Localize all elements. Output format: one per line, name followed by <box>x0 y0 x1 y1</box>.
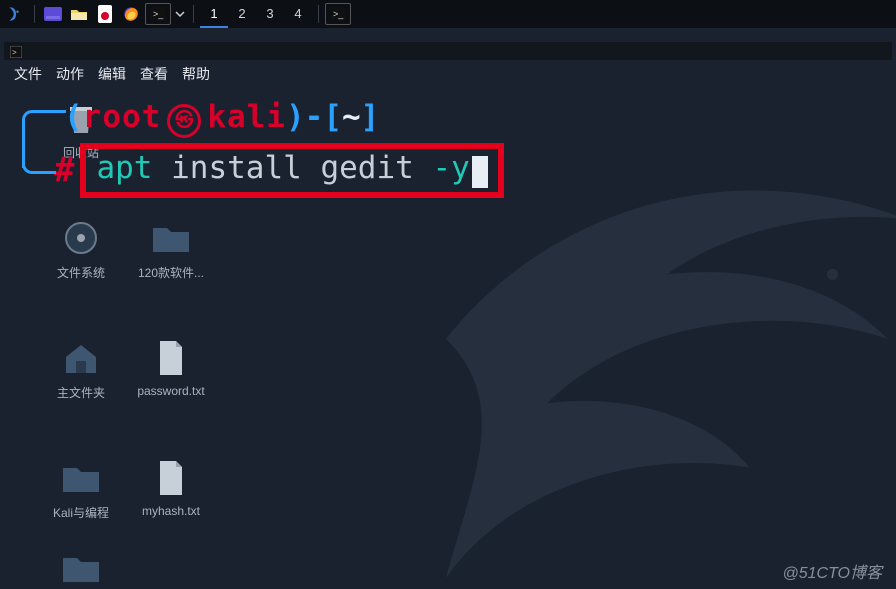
terminal-body[interactable]: ( root ㉿ kali ) - [ ~ ] # apt install ge… <box>4 88 892 208</box>
terminal-menu-bar: 文件动作编辑查看帮助 <box>4 60 892 88</box>
workspace-3[interactable]: 3 <box>256 0 284 28</box>
watermark-text: @51CTO博客 <box>782 559 882 583</box>
path-bracket-close: ] <box>361 98 380 137</box>
svg-text:>_: >_ <box>153 9 164 19</box>
prompt-host: kali <box>207 98 286 137</box>
workspace-4[interactable]: 4 <box>284 0 312 28</box>
terminal-window: > 文件动作编辑查看帮助 ( root ㉿ kali ) - [ ~ ] # <box>4 42 892 585</box>
prompt-line-2: # apt install gedit -y <box>18 143 878 198</box>
terminal-menu-item[interactable]: 文件 <box>14 64 42 84</box>
command-args: install gedit <box>152 149 432 188</box>
terminal-menu-item[interactable]: 动作 <box>56 64 84 84</box>
command-flag: -y <box>432 149 469 188</box>
svg-text:>: > <box>12 48 17 57</box>
command-highlight-box: apt install gedit -y <box>80 143 503 198</box>
file-manager-button[interactable] <box>67 3 91 25</box>
terminal-icon: > <box>10 45 22 57</box>
paren-close: ) <box>286 98 305 137</box>
terminal-menu-item[interactable]: 查看 <box>140 64 168 84</box>
cursor-block <box>472 156 488 188</box>
top-panel: >_ 1234 >_ <box>0 0 896 28</box>
workspace-2[interactable]: 2 <box>228 0 256 28</box>
terminal-launcher-button[interactable]: >_ <box>145 3 171 25</box>
path-bracket-open: [ <box>323 98 342 137</box>
workspace-1[interactable]: 1 <box>200 0 228 28</box>
show-desktop-button[interactable] <box>41 3 65 25</box>
prompt-path: ~ <box>342 98 361 137</box>
svg-text:>_: >_ <box>333 9 344 19</box>
app-menu-button[interactable] <box>4 3 28 25</box>
prompt-line-1: ( root ㉿ kali ) - [ ~ ] <box>18 98 878 137</box>
text-editor-button[interactable] <box>93 3 117 25</box>
command-name: apt <box>96 149 152 188</box>
running-terminal-taskbar[interactable]: >_ <box>325 3 351 25</box>
prompt-user: root <box>83 98 162 137</box>
terminal-menu-item[interactable]: 帮助 <box>182 64 210 84</box>
firefox-button[interactable] <box>119 3 143 25</box>
terminal-menu-item[interactable]: 编辑 <box>98 64 126 84</box>
prompt-connector-bottom <box>22 158 56 174</box>
dash: - <box>305 98 324 137</box>
terminal-titlebar[interactable]: > <box>4 42 892 60</box>
paren-open: ( <box>64 98 83 137</box>
dropdown-arrow-button[interactable] <box>173 3 187 25</box>
skull-icon: ㉿ <box>167 104 201 138</box>
